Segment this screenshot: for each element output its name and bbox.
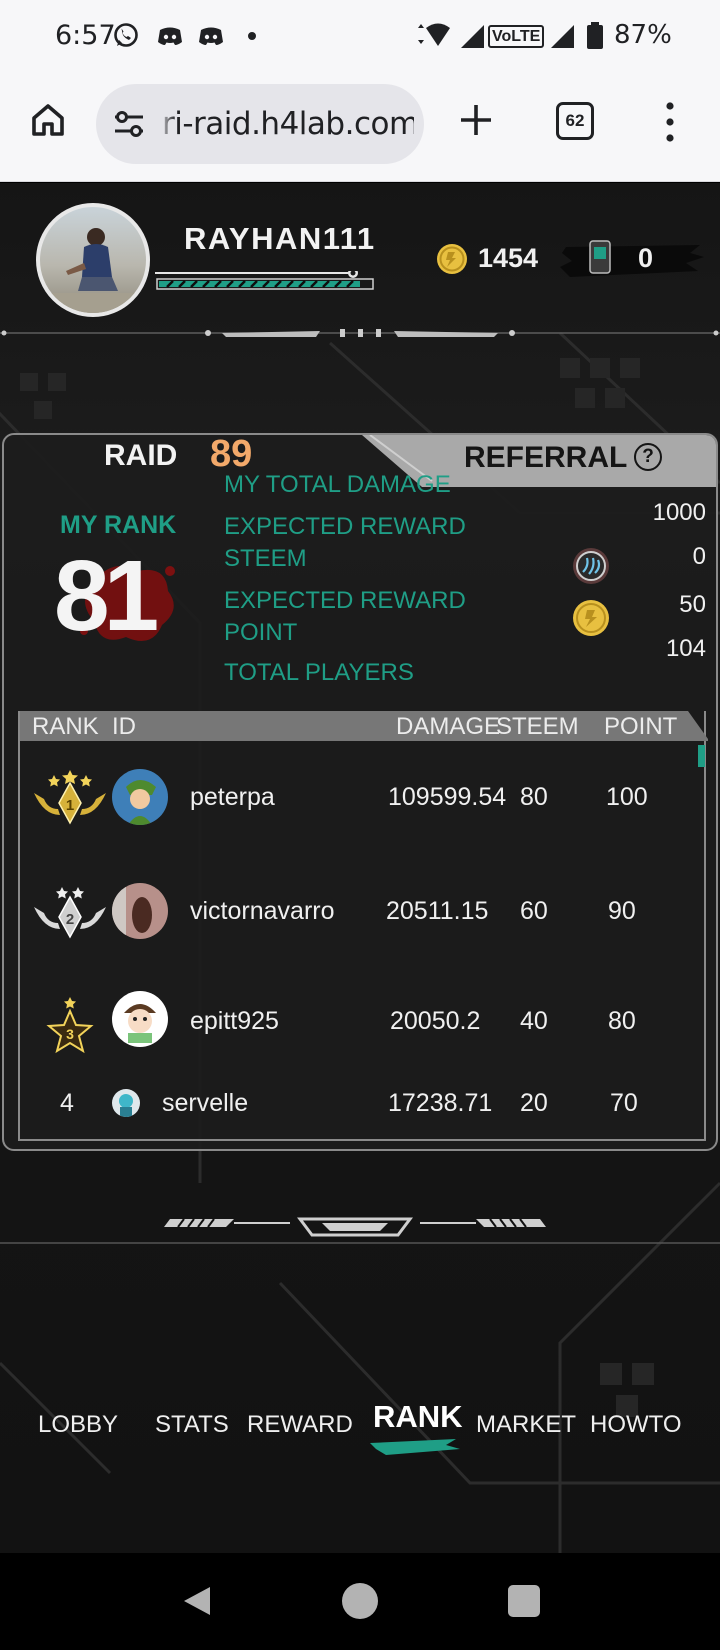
- game-screen: RAYHAN111 1454 0 REFERRAL ? RAID 89 MY R…: [0, 183, 720, 1553]
- reward-steem-label: EXPECTED REWARD STEEM: [224, 513, 466, 572]
- total-damage-value: 1000: [652, 499, 706, 526]
- player-damage: 17238.71: [388, 1089, 493, 1117]
- more-options-icon[interactable]: [660, 100, 680, 144]
- tab-raid[interactable]: RAID: [104, 439, 177, 473]
- wifi-icon: [418, 23, 450, 46]
- header-steem: STEEM: [496, 713, 579, 740]
- footer-divider: [164, 1217, 546, 1237]
- player-point: 70: [610, 1089, 638, 1117]
- player-damage: 20050.2: [390, 1007, 481, 1035]
- player-point: 90: [608, 897, 636, 925]
- table-row[interactable]: 1 peterpa 109599.54 80 100: [20, 759, 706, 839]
- header-damage: DAMAGE: [396, 713, 501, 740]
- device-icon: [589, 240, 611, 274]
- header-point: POINT: [604, 713, 678, 740]
- player-steem: 40: [520, 1007, 548, 1035]
- player-steem: 60: [520, 897, 548, 925]
- nav-lobby[interactable]: LOBBY: [38, 1411, 118, 1439]
- url-fade: [158, 98, 176, 150]
- signal-icon: [461, 25, 484, 48]
- address-bar[interactable]: ri-raid.h4lab.com: [96, 84, 424, 164]
- url-text[interactable]: ri-raid.h4lab.com: [162, 106, 414, 142]
- my-rank-value: 81: [54, 540, 159, 652]
- gold-medal-icon: 1: [34, 770, 106, 825]
- coin-icon: [437, 244, 467, 274]
- user-avatar: [112, 1089, 140, 1117]
- system-navigation-bar: [0, 1553, 720, 1650]
- player-point: 80: [608, 1007, 636, 1035]
- steem-icon: [573, 548, 609, 584]
- brush-stroke-decoration: [560, 245, 704, 277]
- player-damage: 109599.54: [388, 783, 507, 811]
- player-id: peterpa: [190, 783, 275, 811]
- nav-rank[interactable]: RANK: [373, 1399, 463, 1435]
- battery-percent: 87%: [614, 20, 672, 50]
- table-row[interactable]: 2 victornavarro 20511.15 60 90: [20, 873, 706, 953]
- user-avatar: [112, 883, 168, 939]
- signal-icon: [551, 25, 574, 48]
- game-nav: LOBBY STATS REWARD RANK MARKET HOWTO: [0, 1399, 720, 1465]
- nav-market[interactable]: MARKET: [476, 1411, 576, 1439]
- total-players-label: TOTAL PLAYERS: [224, 659, 414, 686]
- active-tab-brush: [370, 1439, 460, 1455]
- silver-medal-icon: 2: [34, 887, 106, 939]
- header-rank: RANK: [32, 713, 99, 740]
- table-row[interactable]: 3 epitt925 20050.2 40 80: [20, 987, 706, 1067]
- profile-username: RAYHAN111: [184, 221, 376, 256]
- table-row[interactable]: 4 servelle 17238.71 20 70: [20, 1075, 706, 1149]
- total-damage-label: MY TOTAL DAMAGE: [224, 471, 451, 498]
- my-rank-label: MY RANK: [60, 511, 177, 539]
- player-point: 100: [606, 783, 648, 811]
- svg-text:2: 2: [66, 911, 74, 928]
- home-button[interactable]: [342, 1583, 378, 1619]
- player-id: epitt925: [190, 1007, 279, 1035]
- svg-text:3: 3: [66, 1026, 74, 1042]
- total-players-value: 104: [665, 635, 706, 662]
- status-bar: 6:57 VoLTE 87%: [0, 0, 720, 72]
- device-count: 0: [638, 243, 654, 273]
- nav-stats[interactable]: STATS: [155, 1411, 229, 1439]
- reward-point-value: 50: [679, 591, 706, 618]
- notification-dot-icon: [248, 32, 256, 40]
- recents-button[interactable]: [508, 1585, 540, 1617]
- leaderboard[interactable]: RANK ID DAMAGE STEEM POINT 1 peterpa 109…: [18, 711, 708, 1141]
- battery-icon: [587, 22, 603, 49]
- profile-avatar[interactable]: [36, 203, 150, 317]
- player-rank: 4: [60, 1089, 74, 1117]
- reward-point-label: EXPECTED REWARD POINT: [224, 587, 466, 646]
- user-avatar: [112, 769, 168, 825]
- discord-icon: [199, 27, 223, 45]
- player-id: servelle: [162, 1089, 249, 1117]
- player-damage: 20511.15: [386, 897, 489, 925]
- site-settings-icon[interactable]: [112, 108, 146, 140]
- player-id: victornavarro: [190, 897, 335, 925]
- player-steem: 20: [520, 1089, 548, 1117]
- coin-balance: 1454: [478, 243, 539, 273]
- browser-toolbar: ri-raid.h4lab.com 62: [0, 72, 720, 182]
- avatar-photo: [40, 228, 146, 313]
- header-id: ID: [112, 713, 136, 740]
- discord-icon: [158, 27, 182, 45]
- home-icon[interactable]: [28, 100, 68, 140]
- player-steem: 80: [520, 783, 548, 811]
- point-coin-icon: [573, 600, 609, 636]
- reward-steem-value: 0: [692, 543, 706, 570]
- back-icon[interactable]: [178, 1583, 214, 1619]
- tab-switcher-button[interactable]: 62: [556, 102, 594, 140]
- svg-text:1: 1: [66, 797, 74, 814]
- help-icon[interactable]: ?: [634, 443, 662, 471]
- nav-reward[interactable]: REWARD: [247, 1411, 353, 1439]
- status-time: 6:57: [55, 20, 116, 51]
- header-divider: [0, 329, 720, 337]
- new-tab-icon[interactable]: [456, 100, 496, 140]
- nav-howto[interactable]: HOWTO: [590, 1411, 682, 1439]
- xp-progress-bar: [155, 271, 374, 290]
- volte-badge: VoLTE: [488, 25, 545, 48]
- rank-panel: REFERRAL ? RAID 89 MY RANK 81 MY TOTAL D…: [2, 433, 718, 1151]
- tab-referral[interactable]: REFERRAL: [464, 441, 627, 475]
- whatsapp-icon: [114, 23, 138, 47]
- user-avatar: [112, 991, 168, 1047]
- bronze-medal-icon: 3: [46, 997, 94, 1054]
